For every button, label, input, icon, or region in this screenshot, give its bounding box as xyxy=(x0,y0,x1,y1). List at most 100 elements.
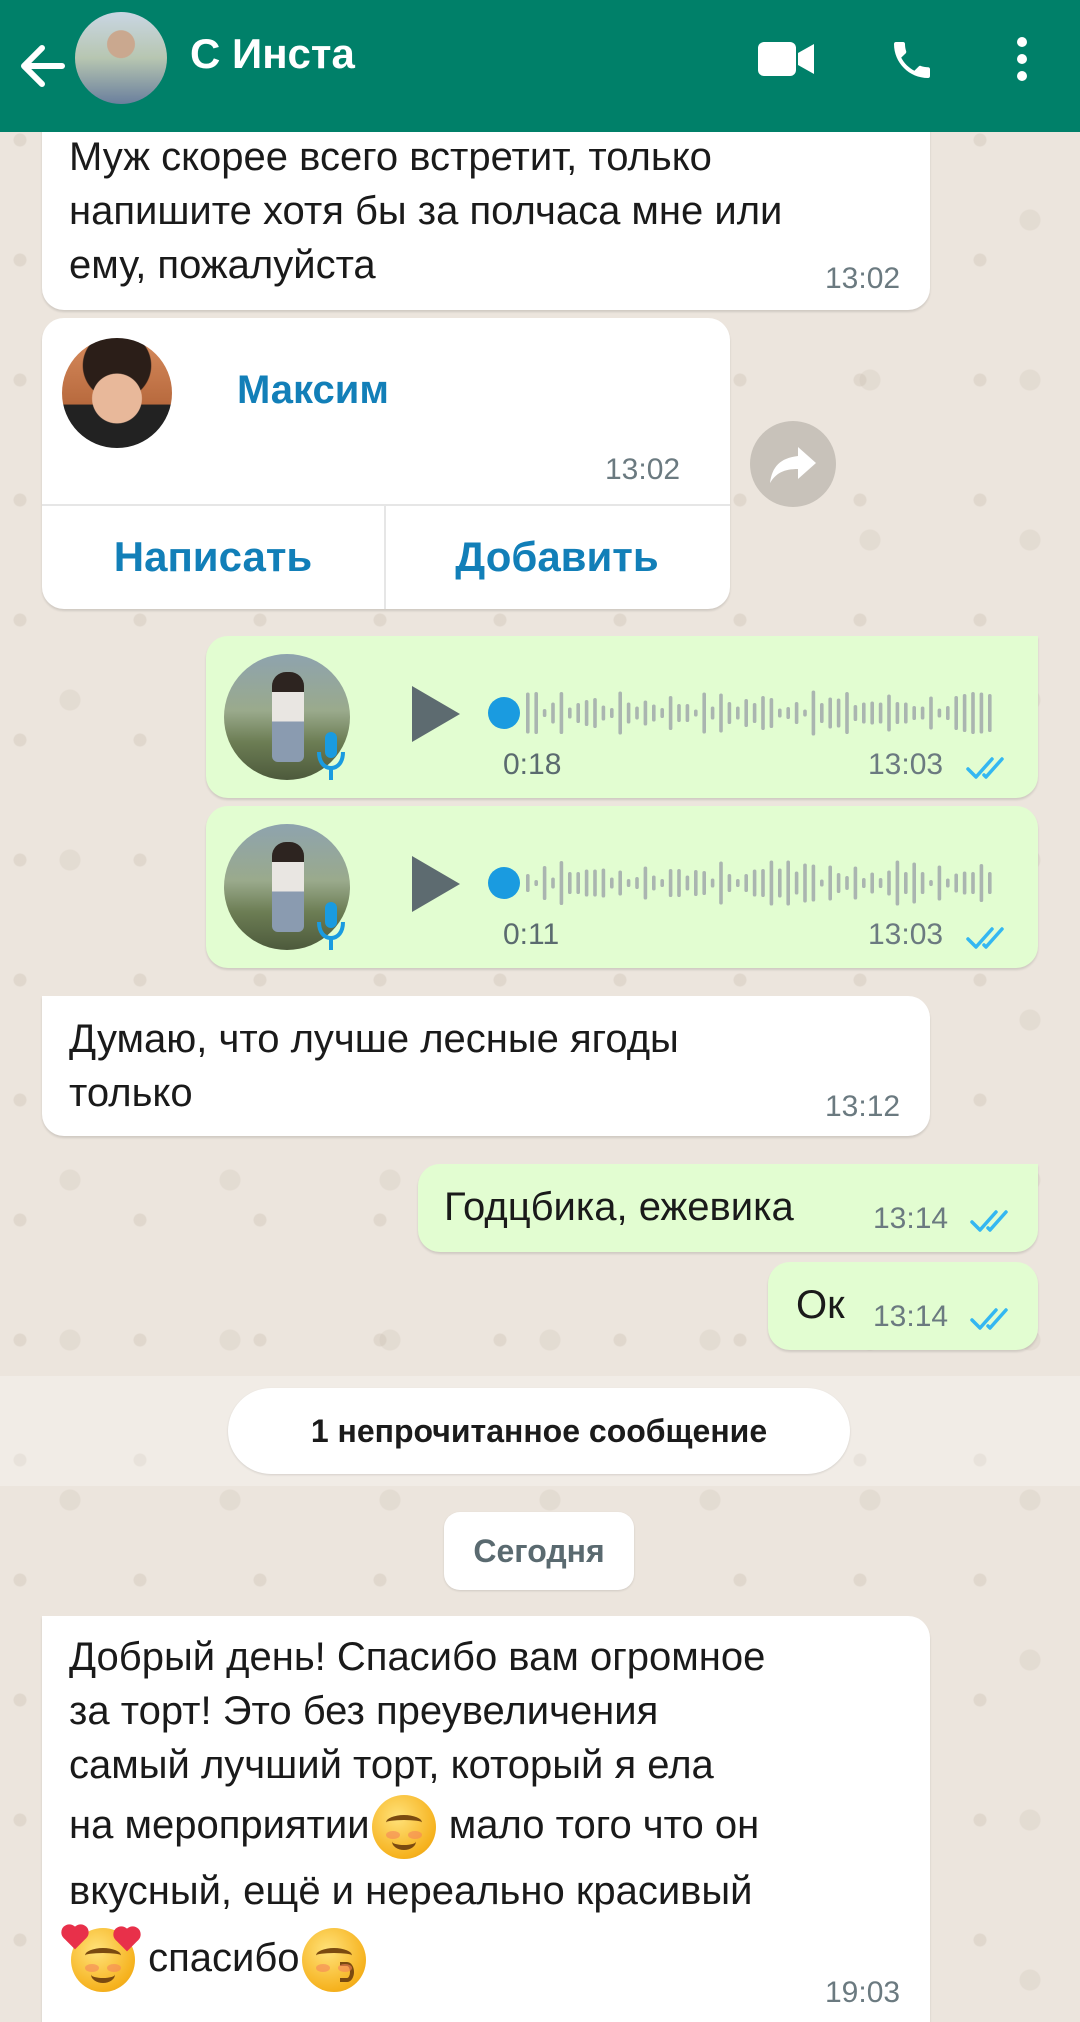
waveform-bar xyxy=(878,878,883,888)
waveform-bar xyxy=(643,866,648,900)
video-call-icon[interactable] xyxy=(758,40,814,78)
waveform-bar xyxy=(971,872,975,894)
waveform-bar xyxy=(593,698,597,728)
more-options-icon[interactable] xyxy=(1010,34,1034,84)
waveform-bar xyxy=(710,878,715,888)
write-message-button[interactable]: Написать xyxy=(42,505,384,609)
message-line: ему, пожалуйста xyxy=(69,243,376,287)
waveform-bar xyxy=(820,703,824,723)
voice-message[interactable]: 0:11 13:03 xyxy=(206,806,1038,968)
message-text-part: спасибо xyxy=(137,1936,300,1980)
waveform-bar xyxy=(685,875,690,891)
message-text-part: на мероприятии xyxy=(69,1803,370,1847)
waveform-bar xyxy=(862,878,866,888)
waveform-bar xyxy=(929,696,933,730)
waveform-bar xyxy=(744,874,748,892)
chat-title[interactable]: С Инста xyxy=(190,30,355,78)
waveform-bar xyxy=(576,703,580,723)
waveform-bar xyxy=(534,692,538,734)
waveform-bar xyxy=(593,869,597,897)
phone-icon[interactable] xyxy=(888,36,936,84)
waveform-bar xyxy=(551,702,555,724)
waveform-bar xyxy=(794,871,799,895)
waveform-bar xyxy=(677,704,681,722)
waveform-bar xyxy=(551,877,555,889)
message-time: 13:14 xyxy=(873,1300,949,1333)
waveform-bar xyxy=(694,870,698,896)
message-line: Думаю, что лучше лесные ягоды xyxy=(69,1017,679,1061)
waveform-bar xyxy=(568,872,572,894)
waveform-bar xyxy=(584,869,589,897)
outgoing-message[interactable]: Годцбика, ежевика 13:14 xyxy=(418,1164,1038,1252)
waveform-bar xyxy=(778,868,782,898)
play-icon[interactable] xyxy=(404,852,464,916)
waveform xyxy=(526,860,992,906)
waveform-bar xyxy=(559,692,564,734)
contact-card[interactable]: Максим 13:02 Написать Добавить xyxy=(42,318,730,609)
waveform-bar xyxy=(719,693,723,733)
waveform-bar xyxy=(803,863,807,903)
waveform-bar xyxy=(954,873,958,893)
read-ticks-icon xyxy=(966,757,1004,779)
waveform-bar xyxy=(652,875,656,891)
smiling-face-with-hearts-emoji-icon xyxy=(63,1927,139,1993)
waveform-bar xyxy=(853,866,858,900)
waveform-bar xyxy=(736,706,740,720)
waveform-bar xyxy=(542,709,547,717)
waveform-bar xyxy=(635,706,639,720)
waveform-bar xyxy=(845,692,849,734)
message-line: спасибо xyxy=(63,1924,368,1993)
message-line: самый лучший торт, который я ела xyxy=(69,1743,714,1787)
waveform-bar xyxy=(778,708,782,718)
waveform-bar xyxy=(895,860,900,906)
kissing-face-emoji-icon xyxy=(301,1928,366,1993)
waveform-bar xyxy=(660,879,664,887)
waveform-bar xyxy=(971,692,975,734)
waveform-bar xyxy=(685,704,690,722)
waveform-bar xyxy=(660,708,664,718)
waveform-bar xyxy=(803,709,807,717)
incoming-message[interactable]: Думаю, что лучше лесные ягоды только 13:… xyxy=(42,996,930,1136)
playback-position-handle[interactable] xyxy=(488,697,520,729)
waveform-bar xyxy=(559,861,564,905)
microphone-icon xyxy=(317,732,345,780)
waveform-bar xyxy=(761,869,765,897)
waveform-bar xyxy=(979,864,984,902)
playback-position-handle[interactable] xyxy=(488,867,520,899)
back-arrow-icon[interactable] xyxy=(18,38,68,94)
waveform-bar xyxy=(736,879,740,887)
waveform-bar xyxy=(811,690,816,736)
waveform-bar xyxy=(601,868,606,898)
voice-message[interactable]: 0:18 13:03 xyxy=(206,636,1038,798)
waveform-bar xyxy=(626,879,631,887)
waveform-bar xyxy=(643,700,648,726)
waveform-bar xyxy=(727,874,732,892)
waveform-bar xyxy=(988,872,992,894)
smiling-face-emoji-icon xyxy=(371,1795,436,1860)
message-time: 13:12 xyxy=(825,1090,901,1123)
waveform-bar xyxy=(887,870,891,896)
date-separator: Сегодня xyxy=(444,1512,634,1590)
outgoing-message[interactable]: Ок 13:14 xyxy=(768,1262,1038,1350)
contact-name[interactable]: Максим xyxy=(237,368,389,413)
message-time: 13:03 xyxy=(868,918,944,951)
waveform-bar xyxy=(979,692,984,734)
waveform-bar xyxy=(534,880,538,886)
forward-button[interactable] xyxy=(750,421,836,507)
waveform-bar xyxy=(962,694,967,732)
message-text-part: мало того что он xyxy=(437,1803,760,1847)
waveform-bar xyxy=(853,705,858,721)
waveform-bar xyxy=(786,707,790,719)
incoming-message[interactable]: Добрый день! Спасибо вам огромное за тор… xyxy=(42,1616,930,2022)
contact-avatar[interactable] xyxy=(75,12,167,104)
waveform-bar xyxy=(601,705,606,721)
waveform-bar xyxy=(929,880,933,886)
message-line: Муж скорее всего встретит, только xyxy=(69,135,712,179)
add-contact-button[interactable]: Добавить xyxy=(386,505,728,609)
play-icon[interactable] xyxy=(404,682,464,746)
waveform-bar xyxy=(870,872,874,894)
waveform-bar xyxy=(836,698,841,728)
message-time: 13:03 xyxy=(868,748,944,781)
message-line: вкусный, ещё и нереально красивый xyxy=(69,1869,753,1913)
waveform-bar xyxy=(962,871,967,895)
